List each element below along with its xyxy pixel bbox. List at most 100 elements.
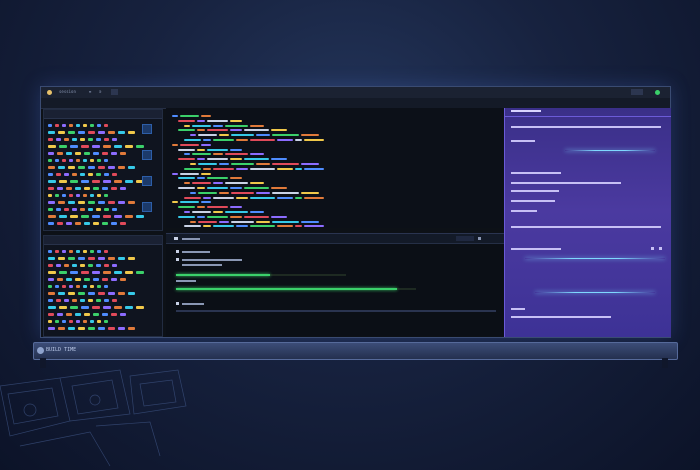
code-line <box>178 215 287 219</box>
grid-cell <box>83 249 87 253</box>
grid-cell <box>114 179 122 183</box>
grid-cell <box>108 326 115 330</box>
grid-cell <box>111 277 117 281</box>
grid-cell <box>76 284 80 288</box>
grid-cell <box>118 291 125 295</box>
grid-row[interactable] <box>48 143 144 149</box>
grid-cell <box>96 263 101 267</box>
grid-row[interactable] <box>48 304 144 310</box>
code-token <box>271 129 287 132</box>
side-tab-4[interactable] <box>142 202 152 212</box>
grid-cell <box>114 144 122 148</box>
app-icon[interactable] <box>47 90 52 95</box>
grid-cell <box>59 305 67 309</box>
grid-row[interactable] <box>48 220 126 226</box>
grid-row[interactable] <box>48 122 108 128</box>
grid-cell <box>108 256 115 260</box>
grid-row[interactable] <box>48 185 126 191</box>
grid-row[interactable] <box>48 262 117 268</box>
app-icon[interactable] <box>37 347 44 354</box>
code-token <box>197 206 205 209</box>
grid-row[interactable] <box>48 150 126 156</box>
grid-cell <box>62 158 66 162</box>
grid-row[interactable] <box>48 255 135 261</box>
grid-cell <box>93 186 99 190</box>
terminal-tools[interactable] <box>456 236 474 241</box>
grid-cell <box>48 305 56 309</box>
grid-cell <box>48 172 53 176</box>
grid-cell <box>125 179 133 183</box>
grid-row[interactable] <box>48 164 135 170</box>
side-tab-1[interactable] <box>142 124 152 134</box>
code-token <box>250 211 264 213</box>
grid-row[interactable] <box>48 290 135 296</box>
grid-cell <box>56 137 61 141</box>
grid-cell <box>104 263 109 267</box>
grid-cell <box>83 319 87 323</box>
debug-panel <box>43 235 163 337</box>
grid-row[interactable] <box>48 311 126 317</box>
grid-cell <box>66 277 72 281</box>
grid-row[interactable] <box>48 136 117 142</box>
grid-cell <box>108 200 115 204</box>
grid-cell <box>81 214 89 218</box>
grid-row[interactable] <box>48 129 135 135</box>
grid-cell <box>76 123 80 127</box>
close-icon[interactable] <box>478 237 481 240</box>
grid-row[interactable] <box>48 178 144 184</box>
send-icon[interactable] <box>659 247 662 250</box>
assistant-line <box>511 140 535 142</box>
grid-cell <box>92 305 100 309</box>
terminal-tab[interactable] <box>182 238 200 240</box>
output-line <box>182 264 222 266</box>
grid-row[interactable] <box>48 318 108 324</box>
grid-row[interactable] <box>48 297 117 303</box>
side-tab-2[interactable] <box>142 150 152 160</box>
progress-bar <box>176 274 346 276</box>
output-line <box>176 280 196 282</box>
code-token <box>172 115 178 117</box>
grid-row[interactable] <box>48 276 126 282</box>
search-icon[interactable] <box>651 247 654 250</box>
grid-cell <box>48 312 54 316</box>
tab-2[interactable]: ə <box>99 88 101 96</box>
code-token <box>256 163 270 165</box>
code-editor[interactable] <box>166 108 504 228</box>
grid-cell <box>128 200 135 204</box>
grid-row[interactable] <box>48 199 135 205</box>
grid-row[interactable] <box>48 283 108 289</box>
grid-cell <box>84 277 90 281</box>
grid-cell <box>90 284 94 288</box>
tab-1[interactable]: ≡ <box>89 88 91 96</box>
monitor-stand-right <box>662 358 668 368</box>
maximize-icon[interactable] <box>631 89 643 95</box>
grid-cell <box>108 291 115 295</box>
grid-row[interactable] <box>48 206 117 212</box>
sketch-decoration <box>0 369 187 467</box>
code-line <box>178 205 242 209</box>
grid-row[interactable] <box>48 192 108 198</box>
grid-row[interactable] <box>48 325 135 331</box>
side-tab-3[interactable] <box>142 176 152 186</box>
grid-cell <box>88 298 93 302</box>
grid-cell <box>58 326 65 330</box>
grid-row[interactable] <box>48 269 144 275</box>
tab-button[interactable] <box>111 89 118 95</box>
code-token <box>180 115 199 117</box>
grid-row[interactable] <box>48 213 144 219</box>
grid-cell <box>70 270 78 274</box>
grid-cell <box>48 158 52 162</box>
grid-cell <box>136 305 144 309</box>
grid-row[interactable] <box>48 157 108 163</box>
grid-row[interactable] <box>48 171 117 177</box>
terminal-panel[interactable] <box>166 233 504 336</box>
code-token <box>203 139 211 141</box>
code-token <box>207 119 228 122</box>
code-token <box>198 191 217 194</box>
grid-cell <box>78 256 85 260</box>
code-token <box>219 220 229 223</box>
grid-row[interactable] <box>48 248 108 254</box>
grid-cell <box>97 193 101 197</box>
code-token <box>225 124 248 127</box>
grid-cell <box>90 158 94 162</box>
